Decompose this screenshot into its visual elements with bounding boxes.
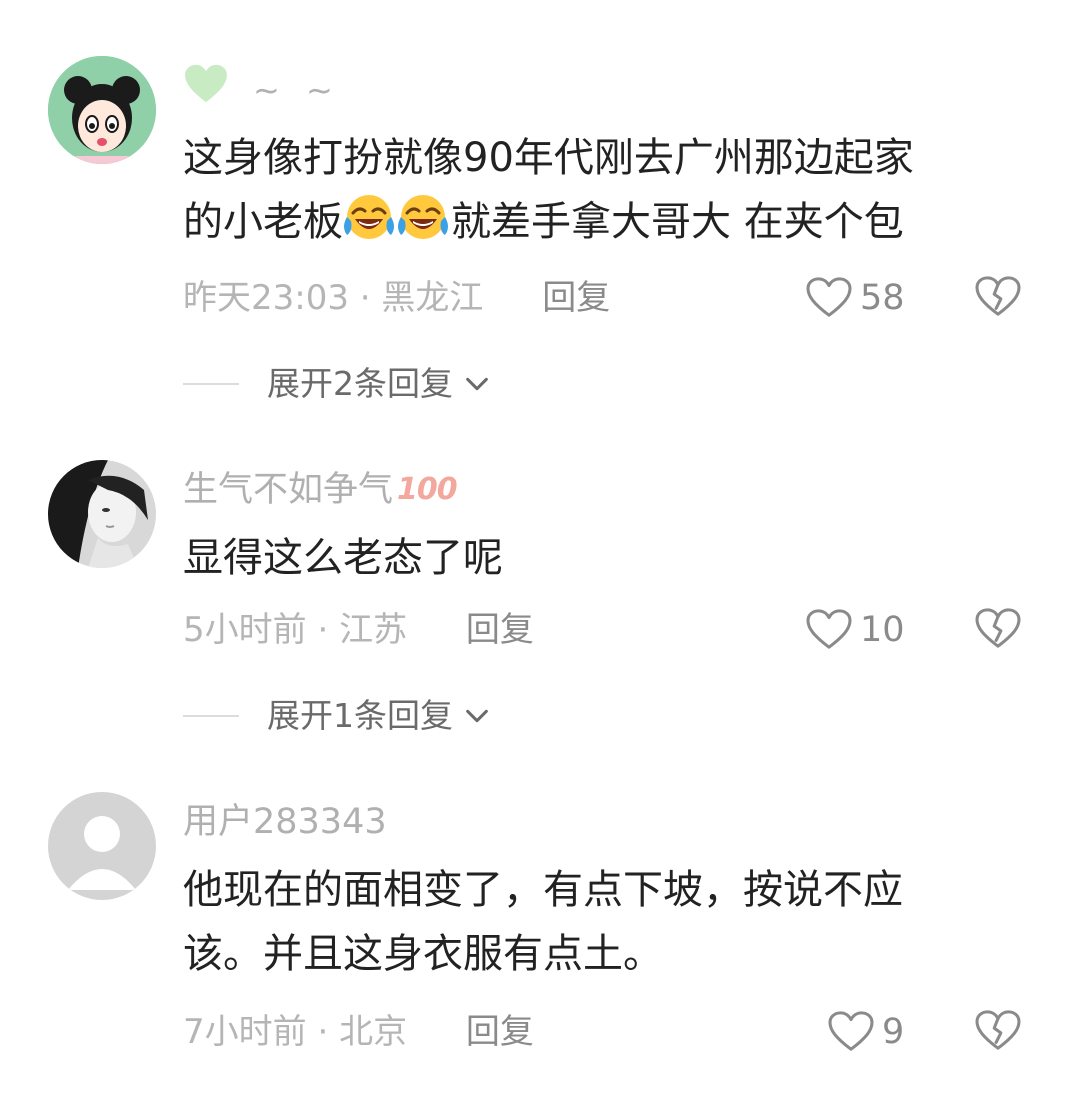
like-button[interactable]: 10 — [806, 608, 905, 652]
reply-button[interactable]: 回复 — [542, 278, 610, 318]
expand-replies-button[interactable]: 展开1条回复 — [183, 694, 491, 738]
comment-text: 显得这么老态了呢 — [183, 535, 503, 581]
reply-button[interactable]: 回复 — [466, 610, 534, 650]
comment-meta: 5小时前 · 江苏 回复 — [183, 610, 534, 650]
comment-text: 这身像打扮就像90年代刚去广州那边起家 的小老板 就差手拿大哥大 在夹个包 — [183, 135, 914, 245]
chevron-down-icon — [463, 370, 491, 398]
divider-line — [183, 715, 239, 717]
dislike-button[interactable] — [975, 608, 1023, 652]
username[interactable]: ~ ~ — [183, 64, 341, 115]
avatar[interactable] — [48, 460, 156, 568]
avatar[interactable] — [48, 56, 156, 164]
heart-icon — [806, 277, 852, 319]
laughing-crying-emoji-icon — [397, 191, 449, 243]
timestamp: 5小时前 — [183, 610, 307, 650]
like-count: 9 — [882, 1012, 905, 1052]
location: 江苏 — [339, 610, 408, 650]
timestamp: 昨天23:03 — [183, 278, 349, 318]
broken-heart-icon — [975, 608, 1021, 650]
username[interactable]: 生气不如争气 100 — [183, 468, 458, 512]
location: 黑龙江 — [381, 278, 484, 318]
broken-heart-icon — [975, 1010, 1021, 1052]
chevron-down-icon — [463, 702, 491, 730]
dislike-button[interactable] — [975, 276, 1023, 320]
timestamp: 7小时前 — [183, 1012, 307, 1052]
like-button[interactable]: 9 — [828, 1010, 904, 1054]
expand-replies-button[interactable]: 展开2条回复 — [183, 362, 491, 406]
location: 北京 — [339, 1012, 408, 1052]
comment-text: 他现在的面相变了，有点下坡，按说不应 该。并且这身衣服有点土。 — [183, 867, 903, 977]
hundred-points-icon: 100 — [397, 472, 458, 507]
reply-button[interactable]: 回复 — [466, 1012, 534, 1052]
comment-meta: 昨天23:03 · 黑龙江 回复 — [183, 278, 611, 318]
laughing-crying-emoji-icon — [343, 191, 395, 243]
like-button[interactable]: 58 — [806, 276, 905, 320]
heart-icon — [828, 1011, 874, 1053]
heart-icon — [806, 609, 852, 651]
comment-meta: 7小时前 · 北京 回复 — [183, 1012, 534, 1052]
broken-heart-icon — [975, 276, 1021, 318]
dislike-button[interactable] — [975, 1010, 1023, 1054]
avatar[interactable] — [48, 792, 156, 900]
divider-line — [183, 383, 239, 385]
username[interactable]: 用户283343 — [183, 800, 387, 844]
like-count: 58 — [860, 278, 905, 318]
like-count: 10 — [860, 610, 905, 650]
green-heart-icon — [183, 64, 229, 115]
